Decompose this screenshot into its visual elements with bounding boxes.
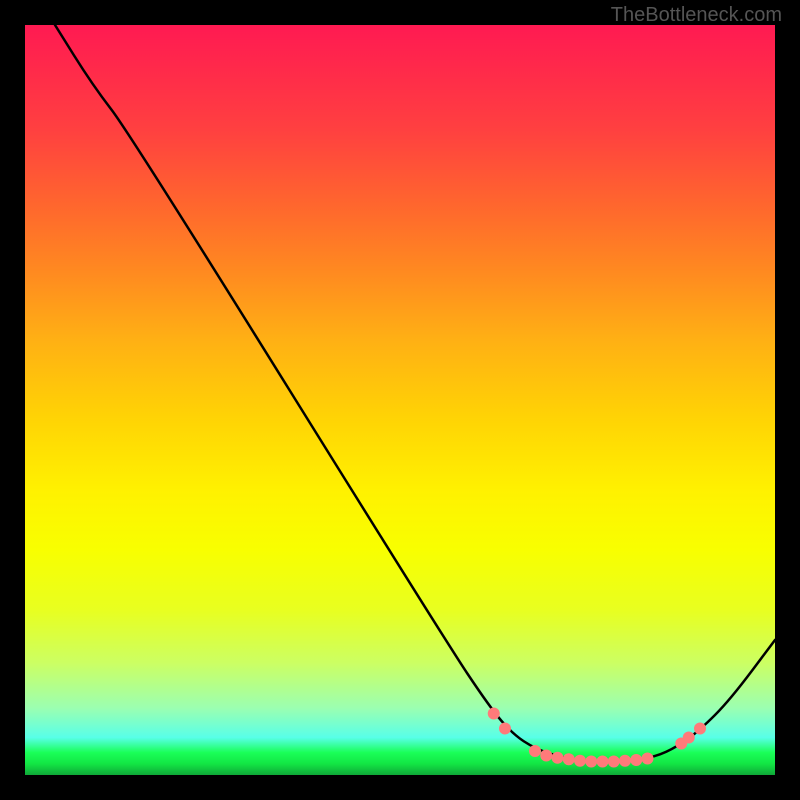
- chart-frame: [0, 0, 800, 800]
- curve-marker: [499, 723, 511, 735]
- plot-area: [25, 25, 775, 775]
- curve-marker: [619, 755, 631, 767]
- bottleneck-curve: [55, 25, 775, 762]
- curve-marker: [642, 753, 654, 765]
- curve-path: [55, 25, 775, 762]
- curve-marker: [683, 732, 695, 744]
- watermark-text: TheBottleneck.com: [611, 4, 782, 27]
- curve-marker: [574, 755, 586, 767]
- curve-marker: [585, 756, 597, 768]
- curve-marker: [529, 745, 541, 757]
- curve-marker: [552, 752, 564, 764]
- curve-marker: [540, 750, 552, 762]
- curve-marker: [563, 753, 575, 765]
- curve-marker: [694, 723, 706, 735]
- curve-marker: [488, 708, 500, 720]
- curve-marker: [630, 754, 642, 766]
- chart-svg: [25, 25, 775, 775]
- curve-marker: [608, 756, 620, 768]
- curve-marker: [597, 756, 609, 768]
